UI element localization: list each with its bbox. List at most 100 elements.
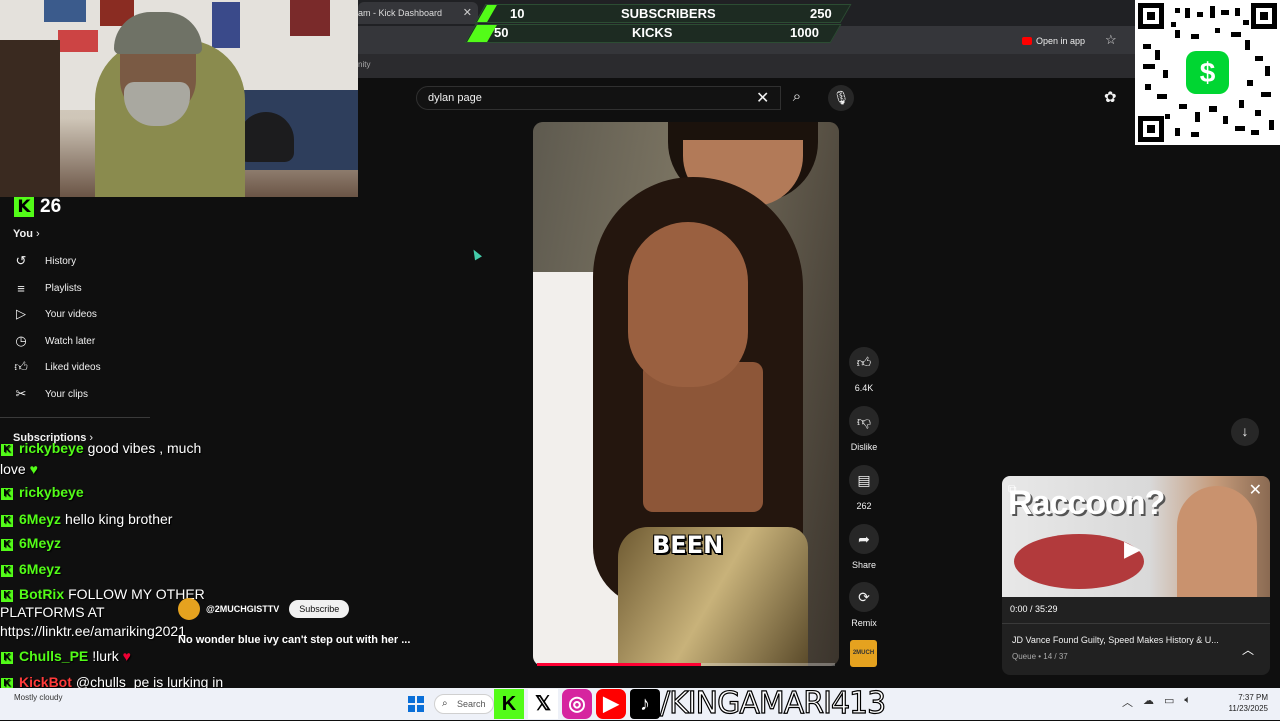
thumbs-up-icon: 👍︎ xyxy=(856,354,872,370)
taskbar-search[interactable]: ⌕ Search xyxy=(434,694,494,714)
kicks-goal-label: KICKS xyxy=(632,25,673,40)
sidebar-item-watch-later[interactable]: ◷ Watch later xyxy=(12,332,95,350)
chat-message: https://linktr.ee/amariking2021 xyxy=(0,623,186,639)
instagram-icon: ◎ xyxy=(562,689,592,719)
webcam-feed xyxy=(0,0,358,197)
bookmarks-bar: nity xyxy=(358,54,1135,78)
miniplayer[interactable]: Raccoon? ⧉ ✕ ▶ 0:00 / 35:29 JD Vance Fou… xyxy=(1002,476,1270,675)
subscribe-button[interactable]: Subscribe xyxy=(289,600,350,618)
clips-icon: ✂ xyxy=(15,386,27,401)
arrow-down-icon: ↓ xyxy=(1241,423,1249,439)
channel-avatar[interactable]: 2MUCH xyxy=(850,640,877,667)
chevron-up-icon[interactable]: ︿ xyxy=(1242,641,1254,658)
stream-goals-overlay: 10 SUBSCRIBERS 250 50 KICKS 1000 xyxy=(462,4,862,44)
remix-icon: ⟳ xyxy=(858,589,870,605)
your-videos-icon: ▷ xyxy=(16,306,26,321)
open-in-app-button[interactable]: Open in app xyxy=(1022,33,1085,49)
comment-count: 262 xyxy=(856,501,872,511)
search-input[interactable]: dylan page xyxy=(416,86,781,110)
chat-message: K Chulls_PE !lurk ♥ xyxy=(0,648,131,664)
like-count: 6.4K xyxy=(854,383,874,393)
viewer-count: 26 xyxy=(40,196,62,217)
youtube-sidebar: You › ↺ History ≡ Playlists ▷ Your videos ◷… xyxy=(0,218,150,458)
miniplayer-close-icon[interactable]: ✕ xyxy=(1249,480,1262,500)
miniplayer-time: 0:00 / 35:29 xyxy=(1010,604,1058,614)
short-title[interactable]: No wonder blue ivy can't step out with h… xyxy=(178,634,410,646)
weather-widget[interactable]: Mostly cloudy xyxy=(14,692,62,703)
x-logo-icon: 𝕏 xyxy=(528,689,558,719)
share-button[interactable]: ➦ Share xyxy=(846,524,882,570)
remix-button[interactable]: ⟳ Remix xyxy=(846,582,882,628)
bookmark-star-icon[interactable]: ☆ xyxy=(1105,32,1117,48)
sidebar-item-history[interactable]: ↺ History xyxy=(12,252,77,270)
chat-message: Krickybeye xyxy=(0,484,88,500)
streamer-handle: /KINGAMARI413 xyxy=(659,685,886,721)
comment-icon: ▤ xyxy=(857,472,871,488)
system-tray: ︿ ☁ ▭ 🔈︎ xyxy=(1122,694,1191,710)
voice-search-button[interactable]: 🎙︎ xyxy=(828,85,854,111)
history-icon: ↺ xyxy=(15,253,27,268)
watch-later-icon: ◷ xyxy=(15,333,27,348)
kicks-current: 50 xyxy=(494,25,509,40)
sidebar-item-label: Liked videos xyxy=(45,361,101,373)
open-in-app-label: Open in app xyxy=(1036,36,1086,46)
kick-badge-icon: K xyxy=(1,515,13,527)
remix-label: Remix xyxy=(851,618,877,628)
miniplayer-title[interactable]: JD Vance Found Guilty, Speed Makes Histo… xyxy=(1012,635,1237,645)
taskbar-clock[interactable]: 7:37 PM 11/23/2025 xyxy=(1222,692,1268,714)
chat-message: K 6Meyz hello king brother xyxy=(0,511,172,527)
kick-badge-icon: K xyxy=(1,652,13,664)
shorts-video-player[interactable] xyxy=(533,122,839,666)
chevron-up-icon[interactable]: ︿ xyxy=(1122,694,1133,710)
kick-badge-icon: K xyxy=(1,488,13,500)
kick-logo-icon: K xyxy=(14,197,34,217)
liked-icon: 👍︎ xyxy=(14,359,28,374)
heart-icon: ♥ xyxy=(29,461,38,477)
dislike-button[interactable]: 👎︎ Dislike xyxy=(846,406,882,452)
volume-icon[interactable]: 🔈︎ xyxy=(1184,694,1191,710)
comments-button[interactable]: ▤ 262 xyxy=(846,465,882,511)
cashapp-icon: $ xyxy=(1186,51,1229,94)
channel-handle[interactable]: @2MUCHGISTTV xyxy=(206,604,279,614)
network-icon[interactable]: ▭ xyxy=(1164,694,1174,710)
subscribers-goal-label: SUBSCRIBERS xyxy=(621,6,716,21)
channel-avatar-small[interactable] xyxy=(178,598,200,620)
sidebar-you-header[interactable]: You › xyxy=(13,228,40,240)
sidebar-item-liked-videos[interactable]: 👍︎ Liked videos xyxy=(12,358,101,376)
create-icon[interactable]: ✿ xyxy=(1104,88,1117,106)
clear-search-icon[interactable]: ✕ xyxy=(756,88,769,108)
sidebar-item-your-clips[interactable]: ✂ Your clips xyxy=(12,385,88,403)
like-button[interactable]: 👍︎ 6.4K xyxy=(846,347,882,393)
search-button[interactable]: ⌕ xyxy=(782,86,812,110)
chat-message: K BotRix FOLLOW MY OTHER xyxy=(0,586,205,602)
kick-logo-icon: K xyxy=(494,689,524,719)
cloud-icon[interactable]: ☁ xyxy=(1143,694,1154,710)
kick-badge-icon: K xyxy=(1,444,13,456)
chat-message: K 6Meyz xyxy=(0,535,65,551)
heart-icon: ♥ xyxy=(122,648,131,664)
kicks-target: 1000 xyxy=(790,25,819,40)
share-icon: ➦ xyxy=(858,531,870,547)
stream-chat-overlay: Krickybeye good vibes , much love ♥ Krick… xyxy=(0,440,360,690)
sidebar-item-label: Playlists xyxy=(45,282,82,294)
microphone-icon: 🎙︎ xyxy=(832,90,850,105)
expand-icon[interactable]: ⧉ xyxy=(1008,482,1017,497)
play-icon[interactable]: ▶ xyxy=(1124,536,1141,562)
browser-tab[interactable]: am - Kick Dashboard ✕ xyxy=(358,2,478,24)
search-icon: ⌕ xyxy=(442,698,448,709)
kick-badge-icon: K xyxy=(1,565,13,577)
next-short-button[interactable]: ↓ xyxy=(1231,418,1259,446)
tiktok-icon: ♪ xyxy=(630,689,660,719)
bookmark-item[interactable]: nity xyxy=(358,60,370,69)
sidebar-divider xyxy=(0,417,150,418)
sidebar-item-label: History xyxy=(45,255,77,267)
windows-start-icon[interactable] xyxy=(408,696,424,712)
video-progress-bar[interactable] xyxy=(537,663,835,666)
sidebar-item-your-videos[interactable]: ▷ Your videos xyxy=(12,305,97,323)
video-caption: BEEN xyxy=(652,531,724,559)
sidebar-item-label: Your clips xyxy=(45,388,88,400)
chat-message: PLATFORMS AT xyxy=(0,604,105,620)
sidebar-item-label: Your videos xyxy=(45,308,97,320)
sidebar-item-playlists[interactable]: ≡ Playlists xyxy=(12,279,82,297)
subscribers-current: 10 xyxy=(510,6,525,21)
